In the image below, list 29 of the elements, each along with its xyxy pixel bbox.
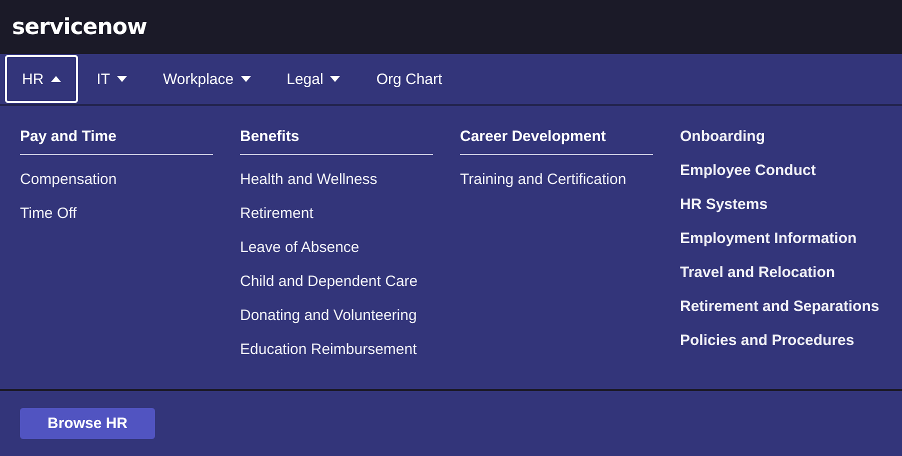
menu-link[interactable]: Employee Conduct [680,162,875,196]
caret-icon [240,76,251,82]
nav-tab[interactable]: IT [80,55,144,103]
menu-link[interactable]: HR Systems [680,196,875,230]
menu-link[interactable]: Retirement [240,205,433,239]
browse-button[interactable]: Browse HR [20,408,155,439]
menu-link[interactable]: Health and Wellness [240,171,433,205]
nav-tab[interactable]: Org Chart [359,55,460,103]
menu-link[interactable]: Policies and Procedures [680,332,875,366]
menu-link[interactable]: Education Reimbursement [240,341,433,375]
menu-link[interactable]: Child and Dependent Care [240,273,433,307]
nav-tab[interactable]: HR [5,55,78,103]
menu-link[interactable]: Time Off [20,205,213,239]
menu-link[interactable]: Training and Certification [460,171,653,205]
caret-icon [117,76,128,82]
menu-heading: Pay and Time [20,128,213,155]
menu-heading: Benefits [240,128,433,155]
menu-link[interactable]: Compensation [20,171,213,205]
menu-link[interactable]: Leave of Absence [240,239,433,273]
caret-icon [330,76,340,82]
nav-tab[interactable]: Workplace [146,55,268,103]
logo[interactable]: servicenow [12,14,147,40]
caret-icon [50,76,61,82]
menu-link[interactable]: Travel and Relocation [680,264,875,298]
menu-heading: Career Development [460,128,653,155]
menu-link[interactable]: Donating and Volunteering [240,307,433,341]
menu-link[interactable]: Employment Information [680,230,875,264]
menu-link[interactable]: Onboarding [680,128,875,162]
nav-tab[interactable]: Legal [270,55,358,103]
